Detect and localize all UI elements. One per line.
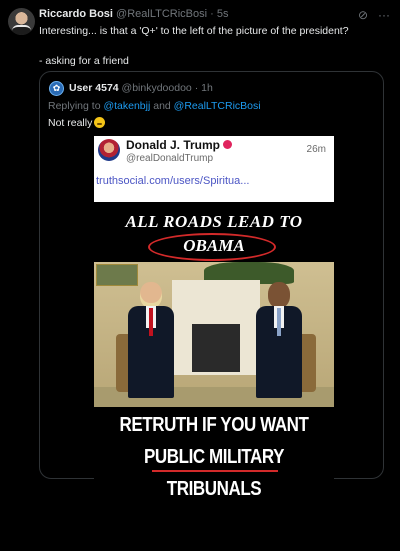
tweet-time[interactable]: · 5s <box>210 8 228 20</box>
reply-handle-1[interactable]: @takenbjj <box>103 100 150 112</box>
oval-office-photo <box>94 262 334 407</box>
tweet-text-line2: - asking for a friend <box>39 55 129 67</box>
quoted-tweet[interactable]: ✿ User 4574 @binkydoodoo · 1h Replying t… <box>39 71 384 551</box>
person-left <box>126 282 176 402</box>
quoted-time[interactable]: · 1h <box>195 82 213 94</box>
author-handle[interactable]: @RealLTCRicBosi <box>116 8 207 20</box>
truth-avatar <box>98 139 120 161</box>
meme-circled-caption: OBAMA <box>183 236 245 255</box>
reply-handle-2[interactable]: @RealLTCRicBosi <box>174 100 261 112</box>
quoted-text: Not really <box>48 117 106 129</box>
verified-badge <box>223 140 233 149</box>
meme-bottom-line1: RETRUTH IF YOU WANT <box>119 414 309 436</box>
truth-link: truthsocial.com/users/Spiritua... <box>96 175 250 187</box>
smiley-emoji <box>94 117 106 128</box>
quoted-avatar[interactable]: ✿ <box>49 81 64 96</box>
grok-icon[interactable]: ⊘ <box>358 8 368 22</box>
author-name[interactable]: Riccardo Bosi <box>39 8 113 20</box>
more-icon[interactable]: ··· <box>378 8 390 22</box>
meme-top-caption: ALL ROADS LEAD TO <box>125 212 303 231</box>
truth-name: Donald J. Trump <box>126 138 233 152</box>
quoted-header: User 4574 @binkydoodoo · 1h <box>69 82 213 94</box>
quoted-image[interactable]: Donald J. Trump @realDonaldTrump 26m tru… <box>94 136 334 551</box>
quoted-author-handle[interactable]: @binkydoodoo <box>122 82 192 94</box>
replying-to: Replying to @takenbjj and @RealLTCRicBos… <box>48 100 261 112</box>
red-underline <box>152 470 278 472</box>
tweet-header: Riccardo Bosi @RealLTCRicBosi · 5s <box>39 8 228 20</box>
truth-time: 26m <box>306 144 326 155</box>
person-right <box>254 282 304 402</box>
truth-handle: @realDonaldTrump <box>126 153 214 164</box>
tweet-text-line1: Interesting... is that a 'Q+' to the lef… <box>39 25 349 37</box>
tweet-actions: ⊘ ··· <box>358 8 390 22</box>
meme-image: ALL ROADS LEAD TO OBAMA RETRUTH IF YOU W… <box>94 202 334 551</box>
tweet-avatar[interactable] <box>8 8 35 35</box>
quoted-author-name[interactable]: User 4574 <box>69 82 119 94</box>
meme-bottom-line2: PUBLIC MILITARY <box>143 446 285 468</box>
